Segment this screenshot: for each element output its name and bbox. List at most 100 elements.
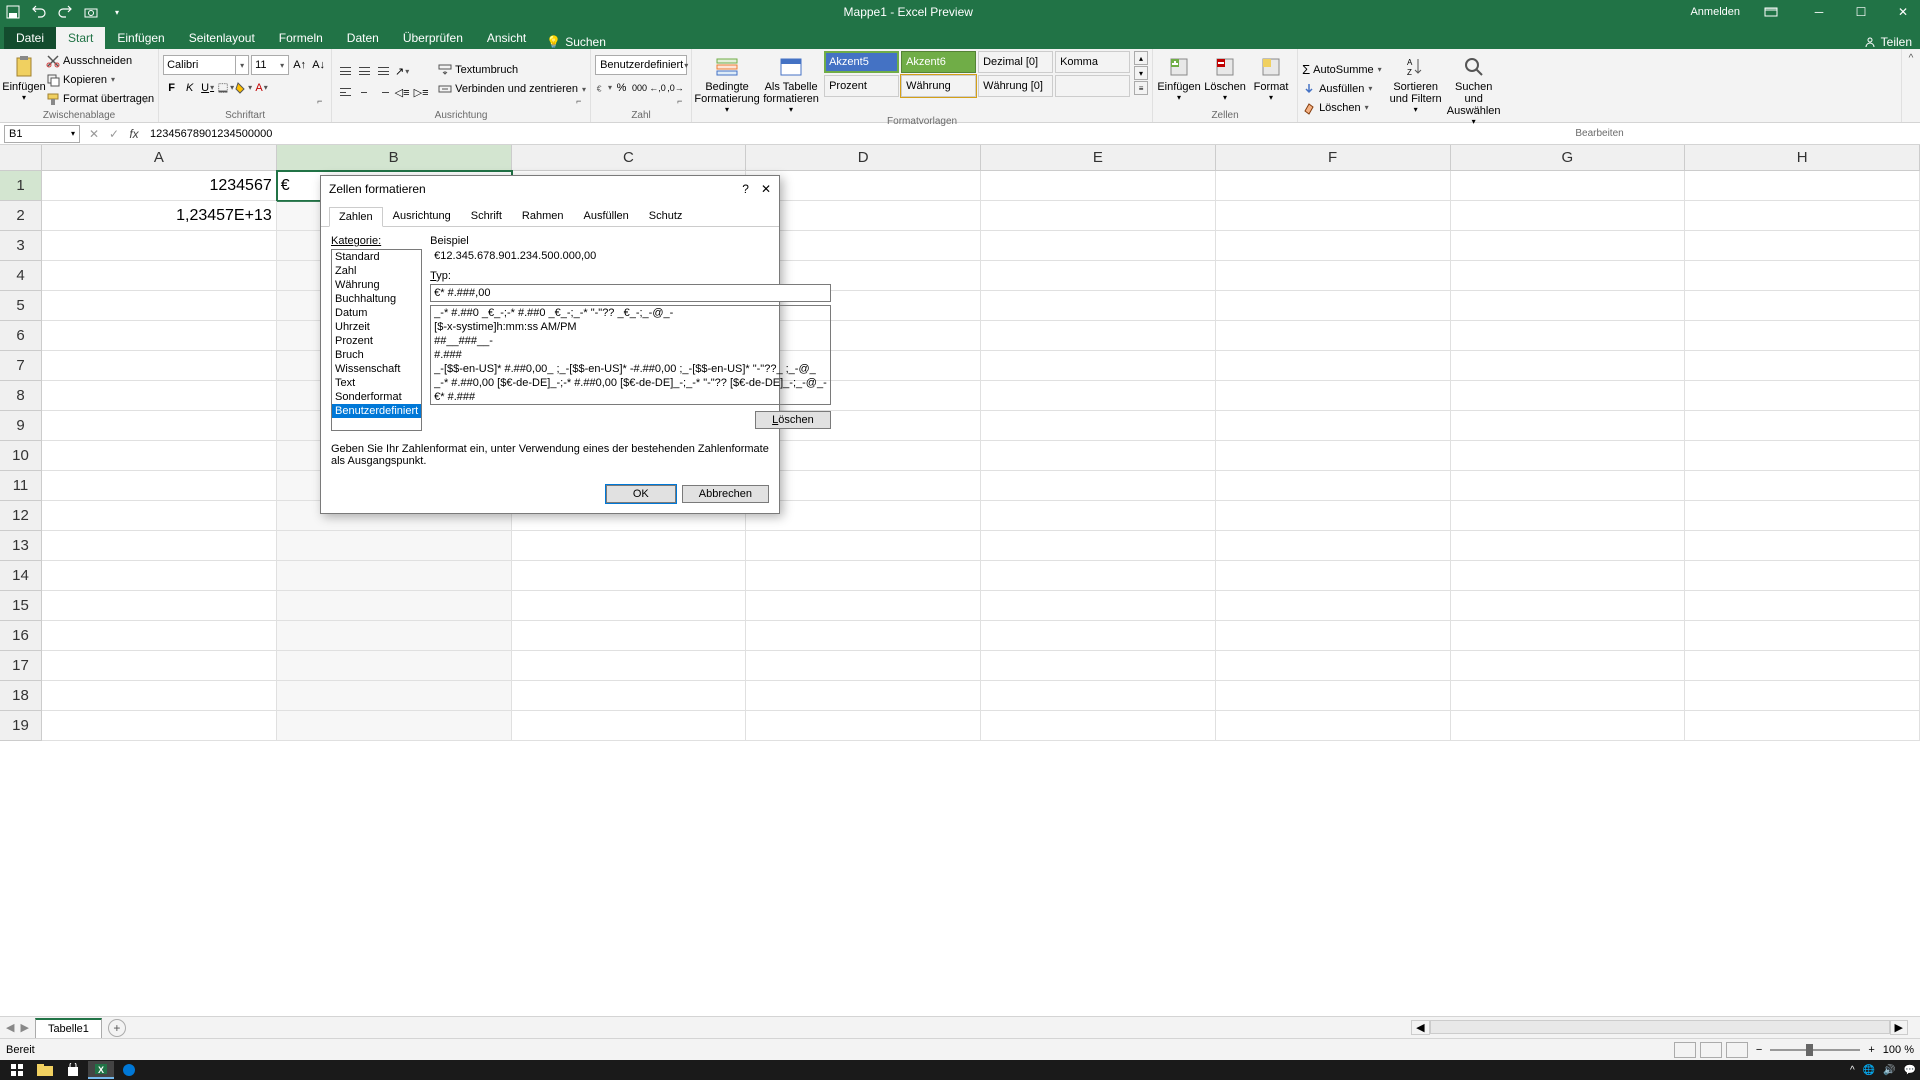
cell-G17[interactable] [1451, 651, 1686, 681]
font-name-dropdown[interactable]: Calibri▾ [163, 55, 249, 75]
col-head-A[interactable]: A [42, 145, 277, 171]
row-head-16[interactable]: 16 [0, 621, 42, 651]
dialog-help-icon[interactable]: ? [742, 182, 749, 196]
cell-H3[interactable] [1685, 231, 1920, 261]
zoom-in-icon[interactable]: + [1864, 1044, 1878, 1056]
align-left[interactable] [336, 84, 354, 101]
decrease-font-icon[interactable]: A↓ [310, 57, 327, 74]
search-icon[interactable]: 💡 Suchen [546, 35, 606, 49]
currency-button[interactable]: €▾ [595, 79, 612, 96]
border-button[interactable]: ▾ [217, 79, 234, 96]
format-painter-button[interactable]: Format übertragen [46, 91, 154, 107]
cell-B14[interactable] [277, 561, 512, 591]
row-head-2[interactable]: 2 [0, 201, 42, 231]
cell-G9[interactable] [1451, 411, 1686, 441]
cancel-button[interactable]: Abbrechen [682, 485, 769, 503]
cell-H2[interactable] [1685, 201, 1920, 231]
autosum-button[interactable]: Σ AutoSumme▾ [1302, 62, 1382, 78]
cell-C17[interactable] [512, 651, 747, 681]
cell-D13[interactable] [746, 531, 981, 561]
spreadsheet-grid[interactable]: ABCDEFGH11234567€21,23457E+1334567891011… [0, 145, 1920, 1016]
conditional-format-button[interactable]: Bedingte Formatierung▾ [696, 51, 758, 114]
cell-B16[interactable] [277, 621, 512, 651]
cell-A18[interactable] [42, 681, 277, 711]
cell-A2[interactable]: 1,23457E+13 [42, 201, 277, 231]
category-list[interactable]: StandardZahlWährungBuchhaltungDatumUhrze… [331, 249, 422, 431]
store-icon[interactable] [60, 1061, 86, 1079]
cell-H10[interactable] [1685, 441, 1920, 471]
camera-icon[interactable] [82, 3, 100, 21]
cell-F13[interactable] [1216, 531, 1451, 561]
cell-H15[interactable] [1685, 591, 1920, 621]
cell-G5[interactable] [1451, 291, 1686, 321]
category-item[interactable]: Wissenschaft [332, 362, 421, 376]
cell-D12[interactable] [746, 501, 981, 531]
edge-icon[interactable] [116, 1061, 142, 1079]
sheet-next-icon[interactable]: ▶ [20, 1021, 28, 1034]
cell-F8[interactable] [1216, 381, 1451, 411]
cell-E2[interactable] [981, 201, 1216, 231]
tab-start[interactable]: Start [56, 27, 105, 49]
cell-G1[interactable] [1451, 171, 1686, 201]
cell-E15[interactable] [981, 591, 1216, 621]
cell-F16[interactable] [1216, 621, 1451, 651]
cell-G2[interactable] [1451, 201, 1686, 231]
style-komma[interactable]: Komma [1055, 51, 1130, 73]
type-list-item[interactable]: _-* #.##0,00 [$€-de-DE]_-;-* #.##0,00 [$… [431, 376, 830, 390]
cell-A16[interactable] [42, 621, 277, 651]
cell-A15[interactable] [42, 591, 277, 621]
cell-G18[interactable] [1451, 681, 1686, 711]
view-normal-icon[interactable] [1674, 1042, 1696, 1058]
cell-D17[interactable] [746, 651, 981, 681]
collapse-ribbon-icon[interactable]: ^ [1909, 53, 1914, 64]
cell-H13[interactable] [1685, 531, 1920, 561]
delete-cells-button[interactable]: Löschen▾ [1203, 51, 1247, 108]
tab-formeln[interactable]: Formeln [267, 27, 335, 49]
cell-C19[interactable] [512, 711, 747, 741]
add-sheet-button[interactable]: + [108, 1019, 126, 1037]
type-list-item[interactable]: [$-x-systime]h:mm:ss AM/PM [431, 320, 830, 334]
start-button[interactable] [4, 1061, 30, 1079]
tab-ansicht[interactable]: Ansicht [475, 27, 538, 49]
style-akzent5[interactable]: Akzent5 [824, 51, 899, 73]
category-item[interactable]: Datum [332, 306, 421, 320]
cell-D2[interactable] [746, 201, 981, 231]
category-item[interactable]: Währung [332, 278, 421, 292]
indent-inc[interactable]: ▷≡ [412, 84, 430, 101]
cell-A12[interactable] [42, 501, 277, 531]
col-head-G[interactable]: G [1451, 145, 1686, 171]
cell-E7[interactable] [981, 351, 1216, 381]
cell-E5[interactable] [981, 291, 1216, 321]
type-list-item[interactable]: _-* #.##0 _€_-;-* #.##0 _€_-;_-* "-"?? _… [431, 306, 830, 320]
find-select-button[interactable]: Suchen und Auswählen▾ [1446, 51, 1502, 126]
dialog-close-icon[interactable]: ✕ [761, 182, 771, 196]
underline-button[interactable]: U▾ [199, 79, 216, 96]
cell-F5[interactable] [1216, 291, 1451, 321]
row-head-6[interactable]: 6 [0, 321, 42, 351]
sort-filter-button[interactable]: AZ Sortieren und Filtern▾ [1388, 51, 1444, 126]
zoom-slider[interactable] [1770, 1049, 1860, 1051]
align-center[interactable] [355, 84, 373, 101]
format-table-button[interactable]: Als Tabelle formatieren▾ [760, 51, 822, 114]
type-input[interactable] [430, 284, 831, 302]
cell-A6[interactable] [42, 321, 277, 351]
dtab-schutz[interactable]: Schutz [639, 206, 693, 226]
cell-C13[interactable] [512, 531, 747, 561]
font-color-button[interactable]: A▾ [253, 79, 270, 96]
cell-G4[interactable] [1451, 261, 1686, 291]
row-head-3[interactable]: 3 [0, 231, 42, 261]
cell-A13[interactable] [42, 531, 277, 561]
cell-E17[interactable] [981, 651, 1216, 681]
style-prozent[interactable]: Prozent [824, 75, 899, 97]
cell-F10[interactable] [1216, 441, 1451, 471]
row-head-15[interactable]: 15 [0, 591, 42, 621]
col-head-B[interactable]: B [277, 145, 512, 171]
type-list-item[interactable]: ##__###__- [431, 334, 830, 348]
tab-daten[interactable]: Daten [335, 27, 391, 49]
cell-A4[interactable] [42, 261, 277, 291]
copy-button[interactable]: Kopieren▾ [46, 72, 154, 88]
cell-D16[interactable] [746, 621, 981, 651]
cell-F9[interactable] [1216, 411, 1451, 441]
number-format-dropdown[interactable]: Benutzerdefiniert▾ [595, 55, 687, 75]
cell-G12[interactable] [1451, 501, 1686, 531]
